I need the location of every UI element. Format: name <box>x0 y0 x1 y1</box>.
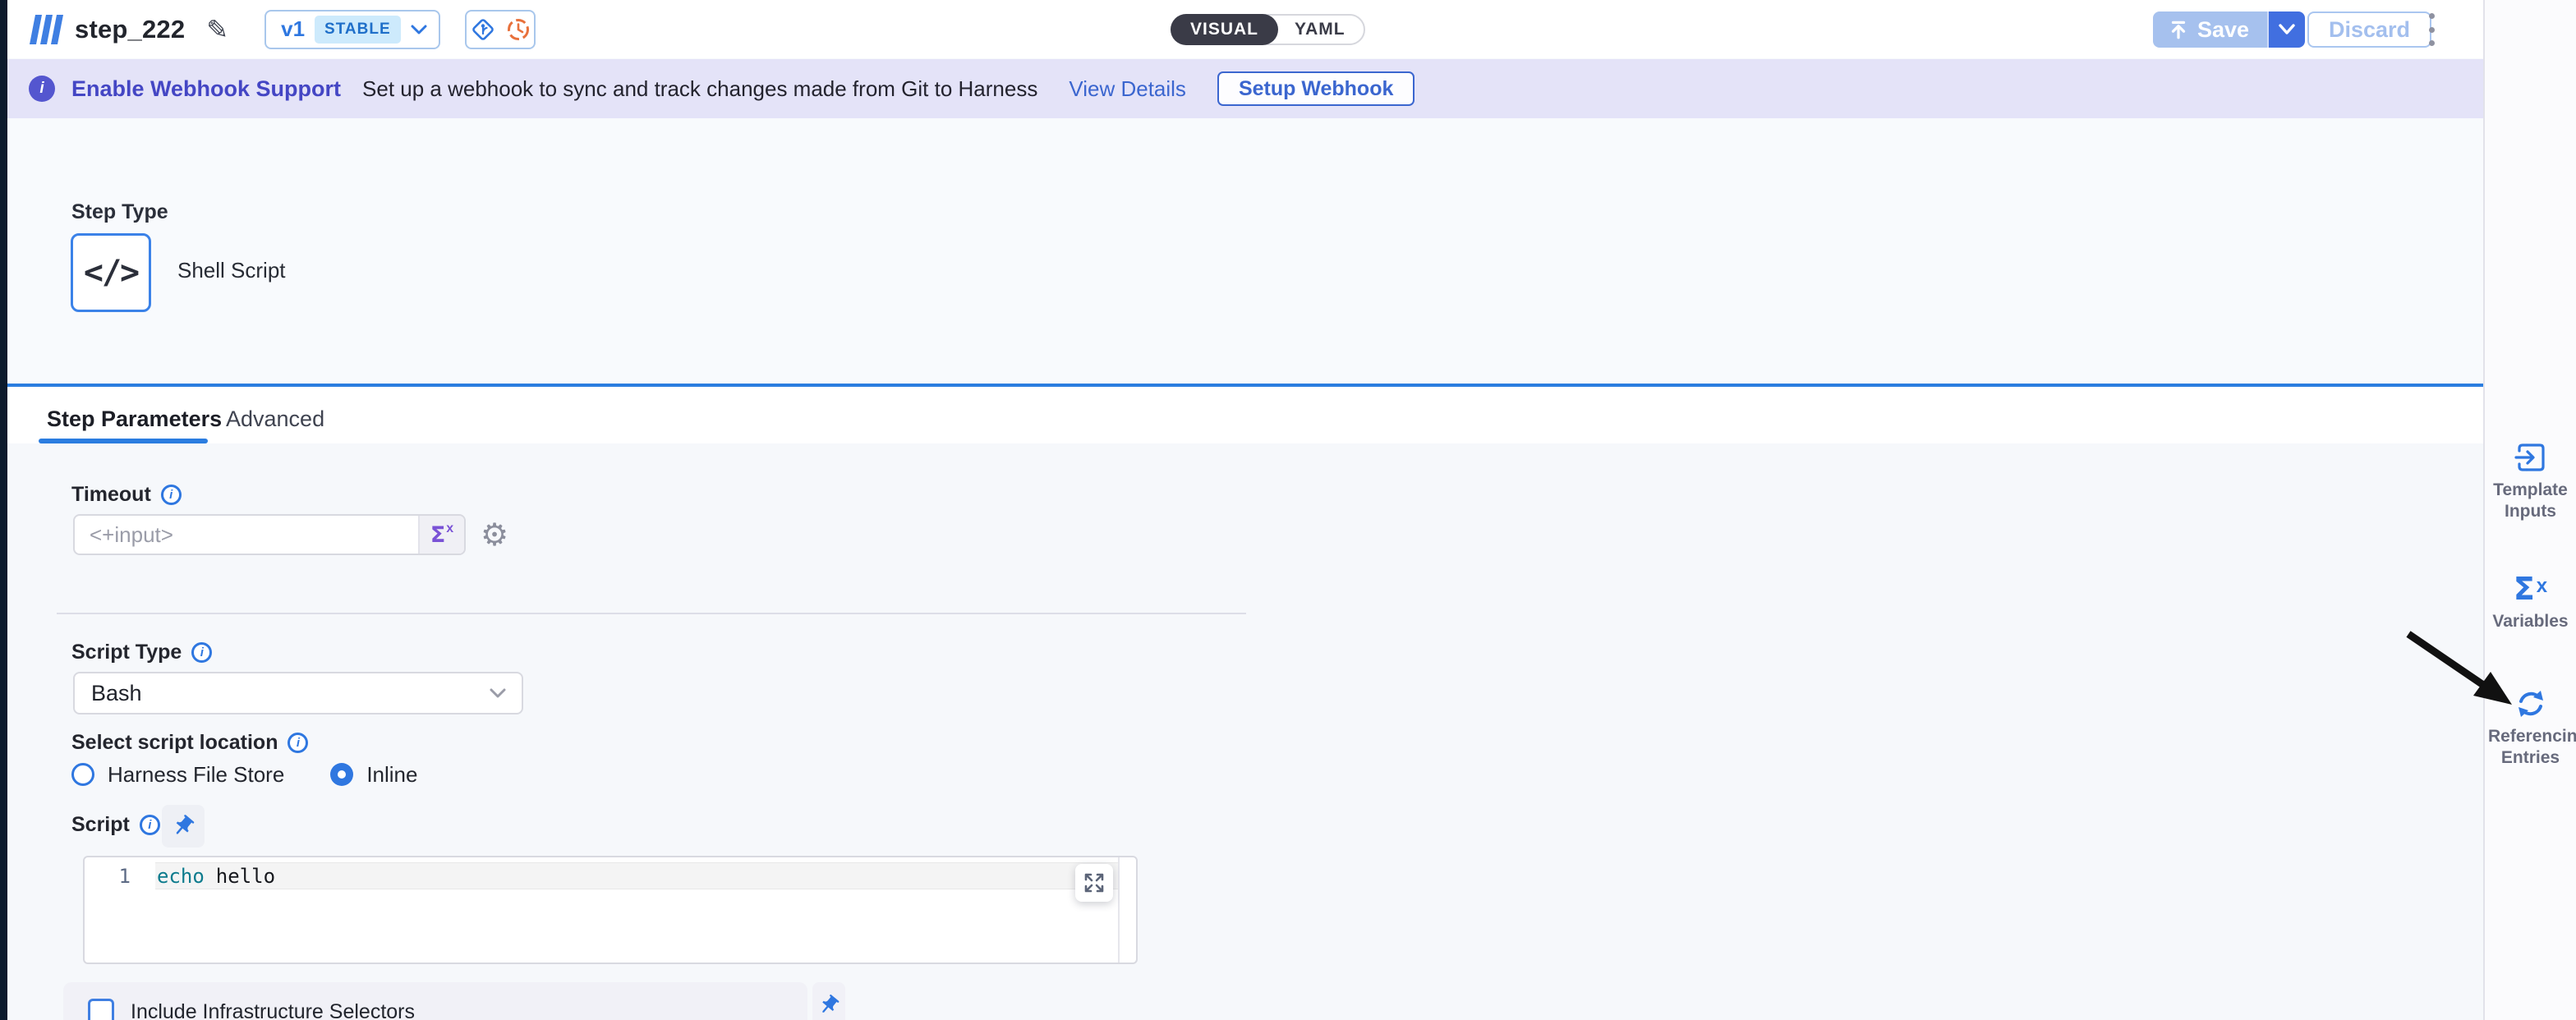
chevron-down-icon <box>2278 24 2296 35</box>
page-title: step_222 <box>75 15 185 44</box>
panel-item-variables[interactable]: Σx Variables <box>2485 573 2576 632</box>
radio-inline[interactable] <box>330 763 353 786</box>
infra-selectors-row: Include Infrastructure Selectors <box>63 982 807 1020</box>
script-type-label: Script Type i <box>71 641 212 664</box>
visual-yaml-toggle[interactable]: VISUAL YAML <box>1171 14 1365 45</box>
view-details-link[interactable]: View Details <box>1069 76 1186 102</box>
version-dropdown[interactable]: v1 STABLE <box>264 10 440 49</box>
script-label: Script i <box>71 813 160 837</box>
git-cache-history-buttons[interactable] <box>465 10 536 49</box>
pin-infra-selectors-button[interactable] <box>812 982 845 1020</box>
sigma-icon: Σ <box>430 522 445 548</box>
save-button-label: Save <box>2197 17 2249 43</box>
git-sync-diamond-icon <box>470 16 496 43</box>
expand-arrows-icon <box>1083 871 1106 894</box>
utility-rail: Template Inputs Σx Variables Referencing… <box>2483 0 2576 1020</box>
info-icon: i <box>29 76 55 102</box>
timeout-label: Timeout i <box>71 483 182 507</box>
panel-item-template-inputs[interactable]: Template Inputs <box>2485 442 2576 523</box>
code-argument: hello <box>216 865 275 888</box>
script-location-radio-group: Harness File Store Inline <box>71 762 417 787</box>
section-divider <box>57 613 1246 614</box>
code-keyword: echo <box>157 865 205 888</box>
script-location-label: Select script location i <box>71 731 308 755</box>
history-timer-icon <box>506 17 531 42</box>
step-type-value: Shell Script <box>177 258 286 283</box>
pin-icon <box>171 814 196 839</box>
panel-item-label: Template Inputs <box>2485 480 2576 523</box>
discard-button[interactable]: Discard <box>2307 11 2431 48</box>
step-parameters-form: Timeout i <+input> Σ x ⚙ Script Type i B… <box>7 443 2483 1020</box>
pin-script-button[interactable] <box>162 805 205 848</box>
editor-overview-ruler <box>1118 857 1120 963</box>
radio-label[interactable]: Harness File Store <box>108 762 284 788</box>
tab-advanced[interactable]: Advanced <box>226 407 324 432</box>
webhook-banner: i Enable Webhook Support Set up a webhoo… <box>7 59 2483 118</box>
script-type-select[interactable]: Bash <box>73 672 523 714</box>
step-tabs: Step Parameters Advanced <box>7 384 2483 443</box>
info-icon[interactable]: i <box>140 815 160 835</box>
save-options-caret[interactable] <box>2267 11 2305 48</box>
radio-harness-file-store[interactable] <box>71 763 94 786</box>
shell-script-step-card[interactable]: </> <box>71 233 151 312</box>
setup-webhook-button[interactable]: Setup Webhook <box>1217 71 1414 106</box>
radio-label[interactable]: Inline <box>366 762 417 788</box>
current-line-highlight <box>155 862 1118 889</box>
pin-icon <box>817 994 840 1017</box>
code-slash-icon: </> <box>84 254 138 292</box>
info-icon[interactable]: i <box>288 733 308 753</box>
banner-description: Set up a webhook to sync and track chang… <box>362 76 1037 102</box>
page-header: step_222 ✎ v1 STABLE VISUAL YAML <box>7 0 2483 58</box>
save-button[interactable]: Save <box>2153 11 2267 48</box>
upload-arrow-icon <box>2168 19 2189 40</box>
info-icon[interactable]: i <box>161 485 182 505</box>
variables-icon: Σx <box>2485 573 2576 604</box>
chevron-down-icon <box>411 25 427 34</box>
infra-selectors-checkbox[interactable] <box>88 999 114 1020</box>
chevron-down-icon <box>489 688 507 699</box>
info-icon[interactable]: i <box>191 642 212 663</box>
template-studio-page: step_222 ✎ v1 STABLE VISUAL YAML <box>0 0 2576 1020</box>
edit-title-pencil-icon[interactable]: ✎ <box>206 14 228 45</box>
timeout-value: <+input> <box>75 522 418 548</box>
version-label: v1 <box>281 16 305 42</box>
code-line[interactable]: echo hello <box>157 865 275 888</box>
line-number: 1 <box>109 865 131 888</box>
panel-item-label: Referencing Entries <box>2485 726 2576 770</box>
template-library-logo-icon <box>27 12 63 47</box>
template-inputs-icon <box>2485 442 2576 473</box>
step-type-label: Step Type <box>71 200 168 224</box>
tab-step-parameters[interactable]: Step Parameters <box>47 407 222 432</box>
step-type-section: Step Type </> Shell Script <box>7 118 2483 386</box>
banner-title: Enable Webhook Support <box>71 76 341 102</box>
panel-item-label: Variables <box>2485 611 2576 632</box>
toggle-yaml[interactable]: YAML <box>1276 20 1364 39</box>
expand-editor-button[interactable] <box>1075 864 1113 902</box>
input-settings-gear-icon[interactable]: ⚙ <box>481 519 508 550</box>
timeout-input[interactable]: <+input> Σ x <box>73 514 466 555</box>
toggle-visual[interactable]: VISUAL <box>1171 14 1278 45</box>
runtime-input-expression-button[interactable]: Σ x <box>418 516 464 554</box>
stable-badge: STABLE <box>315 16 401 44</box>
infra-selectors-label[interactable]: Include Infrastructure Selectors <box>131 1000 415 1020</box>
script-code-editor[interactable]: 1 echo hello <box>83 856 1138 964</box>
panel-item-referencing-entries[interactable]: Referencing Entries <box>2485 688 2576 770</box>
script-type-value: Bash <box>91 681 142 706</box>
save-split-button: Save <box>2153 11 2305 48</box>
more-options-kebab[interactable] <box>2426 13 2437 46</box>
collapsed-left-nav <box>0 0 7 1020</box>
referencing-entries-icon <box>2485 688 2576 719</box>
